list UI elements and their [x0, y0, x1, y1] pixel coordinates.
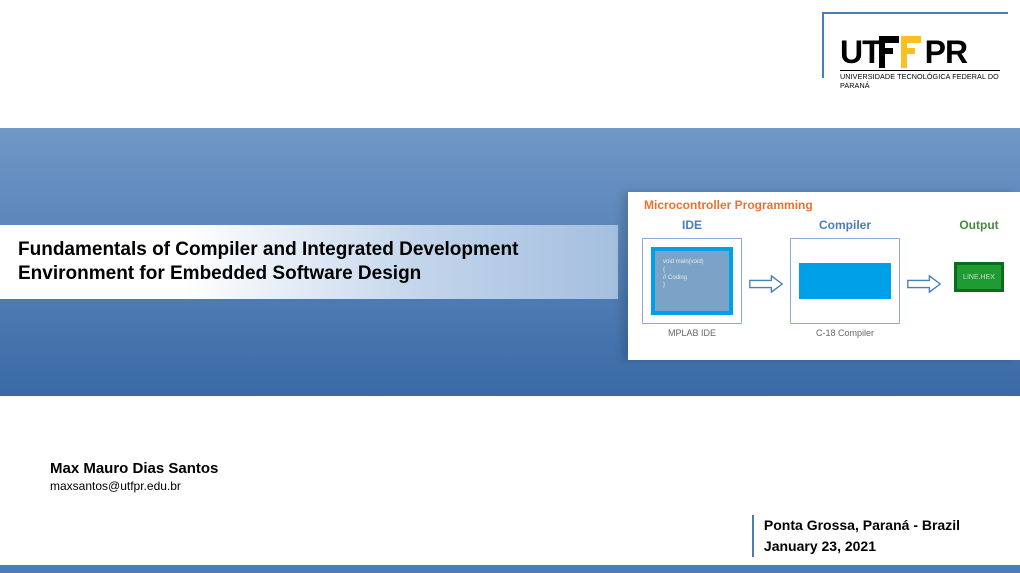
logo-f-yellow-icon — [901, 36, 927, 68]
arrow-icon — [748, 274, 784, 294]
diagram-output-box: LINE.HEX — [946, 238, 1012, 324]
diagram-output-file: LINE.HEX — [954, 262, 1004, 292]
logo-text: UTPR — [840, 36, 1000, 68]
bottom-decor-bar — [0, 565, 1020, 573]
institution-logo: UTPR UNIVERSIDADE TECNOLÓGICA FEDERAL DO… — [822, 12, 1008, 102]
title-box: Fundamentals of Compiler and Integrated … — [0, 225, 618, 299]
logo-content: UTPR UNIVERSIDADE TECNOLÓGICA FEDERAL DO… — [840, 36, 1000, 90]
author-block: Max Mauro Dias Santos maxsantos@utfpr.ed… — [50, 460, 218, 493]
diagram-ide-sub: MPLAB IDE — [642, 328, 742, 338]
footer-block: Ponta Grossa, Paraná - Brazil January 23… — [752, 515, 960, 557]
author-email: maxsantos@utfpr.edu.br — [50, 479, 218, 493]
diagram-compiler-label: Compiler — [790, 218, 900, 232]
diagram-output-label: Output — [946, 218, 1012, 232]
diagram-output-group: Output LINE.HEX — [946, 218, 1012, 352]
diagram-compiler-box — [790, 238, 900, 324]
diagram-ide-codebox: void main(void) { // Coding } — [651, 247, 733, 315]
title-line-2: Environment for Embedded Software Design — [18, 262, 600, 286]
logo-subtitle: UNIVERSIDADE TECNOLÓGICA FEDERAL DO PARA… — [840, 70, 1000, 90]
diagram-panel: Microcontroller Programming IDE void mai… — [628, 192, 1020, 360]
logo-top-rule — [822, 12, 1008, 14]
logo-left-rule — [822, 12, 824, 78]
diagram-ide-label: IDE — [642, 218, 742, 232]
footer-location: Ponta Grossa, Paraná - Brazil — [764, 515, 960, 536]
diagram-ide-group: IDE void main(void) { // Coding } MPLAB … — [642, 218, 742, 352]
diagram-ide-box: void main(void) { // Coding } — [642, 238, 742, 324]
diagram-compiler-inner — [799, 263, 891, 299]
title-line-1: Fundamentals of Compiler and Integrated … — [18, 238, 600, 262]
diagram-compiler-sub: C-18 Compiler — [790, 328, 900, 338]
author-name: Max Mauro Dias Santos — [50, 460, 218, 477]
footer-date: January 23, 2021 — [764, 536, 960, 557]
diagram-compiler-group: Compiler C-18 Compiler — [790, 218, 900, 352]
diagram-heading: Microcontroller Programming — [644, 198, 813, 212]
diagram-ide-code: void main(void) { // Coding } — [663, 259, 704, 290]
arrow-icon — [906, 274, 942, 294]
